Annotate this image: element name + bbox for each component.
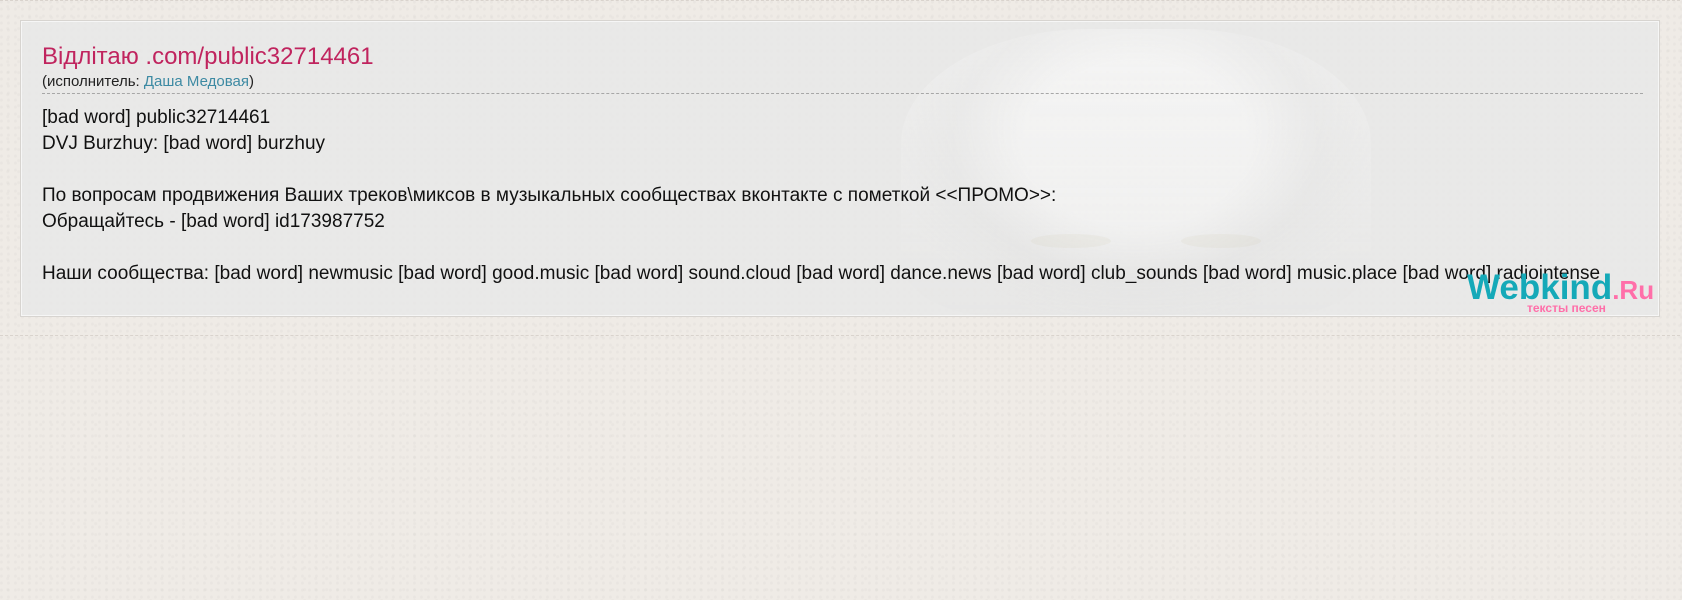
lyrics-blank-line xyxy=(42,235,1600,261)
performer-prefix: (исполнитель: xyxy=(42,73,144,90)
lyrics-line: Обращайтесь - [bad word] id173987752 xyxy=(42,211,385,232)
lyrics-card: Відлітаю .com/public32714461 (исполнител… xyxy=(20,20,1660,317)
lyrics-text: [bad word] public32714461 DVJ Burzhuy: [… xyxy=(42,105,1600,287)
performer-suffix: ) xyxy=(248,73,254,90)
lyrics-line: По вопросам продвижения Ваших треков\мик… xyxy=(42,185,1057,206)
performer-link[interactable]: Даша Медовая xyxy=(144,73,249,90)
lyrics-line: Наши сообщества: [bad word] newmusic [ba… xyxy=(42,263,1601,284)
lyrics-line: [bad word] public32714461 xyxy=(42,107,271,128)
watermark-tld: .Ru xyxy=(1612,275,1655,305)
title-divider xyxy=(42,93,1643,94)
performer-line: (исполнитель: Даша Медовая) xyxy=(42,73,254,90)
webkind-watermark-logo: Webkind.Ru тексты песен xyxy=(1467,270,1657,318)
song-title: Відлітаю .com/public32714461 xyxy=(42,43,374,70)
lyrics-line: DVJ Burzhuy: [bad word] burzhuy xyxy=(42,133,326,154)
lyrics-blank-line xyxy=(42,157,1600,183)
watermark-subtitle: тексты песен xyxy=(1527,301,1606,315)
